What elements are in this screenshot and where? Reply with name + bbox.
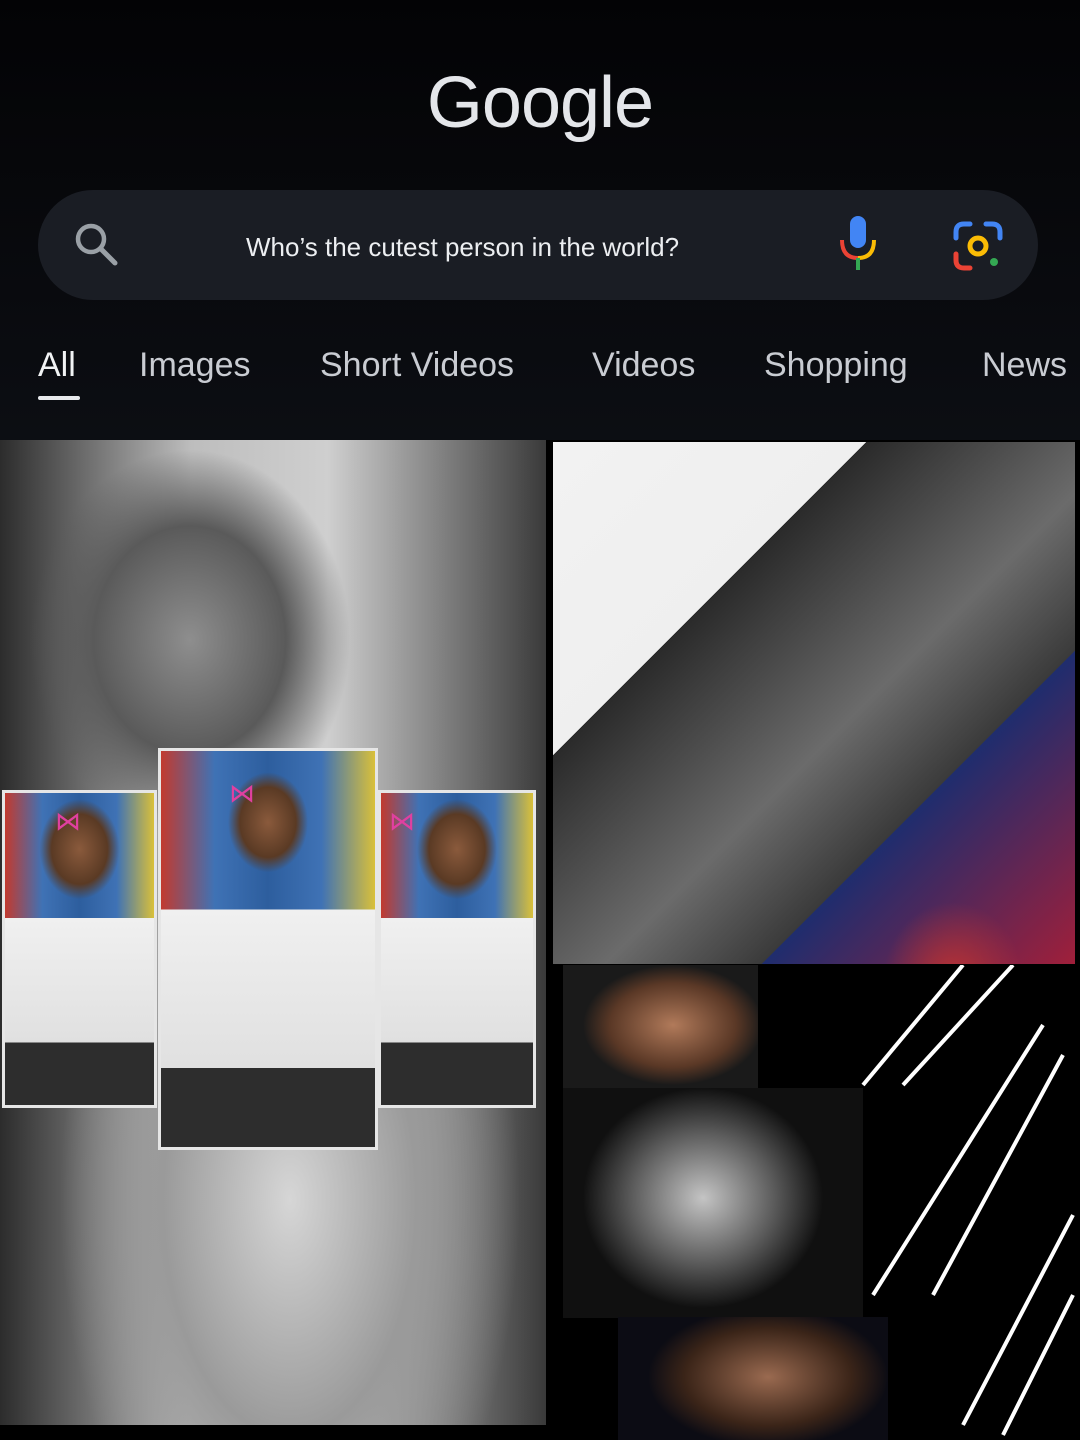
tab-videos[interactable]: Videos (592, 346, 695, 385)
bow-icon: ⋈ (389, 807, 415, 837)
tab-all[interactable]: All (38, 346, 76, 385)
tab-images[interactable]: Images (139, 346, 251, 385)
photo-strip (563, 1088, 863, 1318)
thumbnail-frame: ⋈ (2, 790, 157, 1108)
microphone-icon[interactable] (836, 214, 880, 274)
photo-strip (563, 965, 758, 1088)
image-result-3[interactable] (563, 965, 1075, 1440)
tab-shopping[interactable]: Shopping (764, 346, 908, 385)
thumbnail-frame: ⋈ (378, 790, 536, 1108)
search-input[interactable]: Who’s the cutest person in the world? (246, 232, 679, 263)
tab-short-videos[interactable]: Short Videos (320, 346, 514, 385)
google-logo[interactable]: Google (0, 62, 1080, 144)
search-icon[interactable] (70, 218, 122, 270)
active-tab-indicator (38, 396, 80, 400)
image-result-1[interactable]: ⋈ ⋈ ⋈ (0, 440, 546, 1425)
bow-icon: ⋈ (55, 807, 81, 837)
image-result-2[interactable] (553, 442, 1075, 964)
bow-icon: ⋈ (229, 779, 255, 809)
thumbnail-frame: ⋈ (158, 748, 378, 1150)
google-lens-icon[interactable] (950, 218, 1006, 274)
tab-news[interactable]: News (982, 346, 1067, 385)
scribble-lines (861, 965, 1075, 1436)
search-tabs: All Images Short Videos Videos Shopping … (0, 340, 1080, 410)
